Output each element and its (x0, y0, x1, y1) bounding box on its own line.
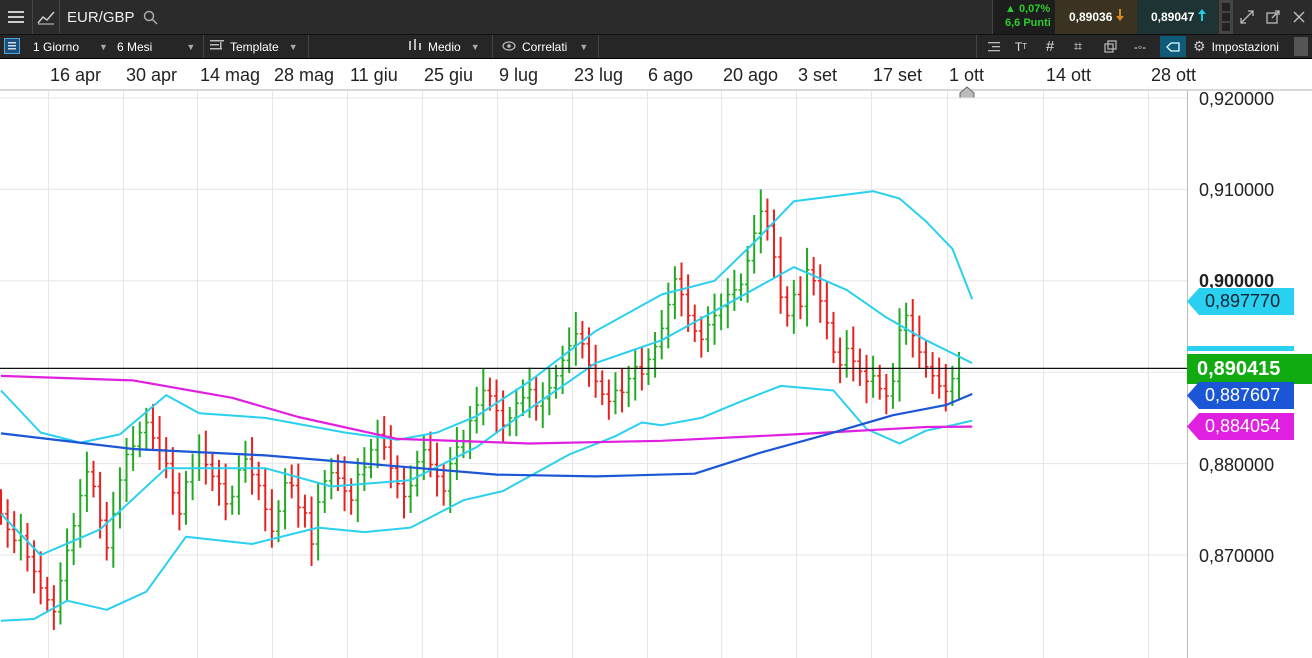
range-select[interactable]: 6 Mesi ▼ (117, 35, 195, 58)
list-icon[interactable] (4, 38, 20, 54)
list-lines-icon[interactable] (982, 35, 1006, 58)
date-label: 14 ott (1046, 65, 1092, 85)
correlati-label: Correlati (522, 39, 568, 54)
date-label: 11 giu (350, 65, 398, 85)
range-label: 6 Mesi (117, 39, 153, 54)
date-label: 6 ago (648, 65, 694, 85)
chevron-down-icon: ▼ (579, 41, 589, 52)
date-label: 9 lug (499, 65, 539, 85)
date-label: 14 mag (200, 65, 261, 85)
ma-blue-value: 0,887607 (1205, 385, 1281, 405)
interval-label: 1 Giorno (33, 39, 80, 54)
price-tick: 0,910000 (1199, 180, 1275, 200)
popout-icon[interactable] (1261, 0, 1285, 34)
date-label: 1 ott (949, 65, 985, 85)
chevron-down-icon: ▼ (186, 41, 196, 52)
buy-button[interactable]: 0,89047 (1138, 0, 1218, 34)
date-label: 17 set (873, 65, 923, 85)
current-price-value: 0,890415 (1197, 357, 1281, 380)
change-percent: ▲ 0,07% (1005, 3, 1051, 15)
date-label: 25 giu (424, 65, 474, 85)
search-icon[interactable] (140, 0, 160, 34)
bollinger-value: 0,897770 (1205, 291, 1281, 311)
scroll-strip[interactable] (1219, 0, 1233, 34)
grid-icon[interactable]: # (1038, 35, 1062, 58)
ma-magenta-value: 0,884054 (1205, 416, 1281, 436)
date-label: 3 set (798, 65, 838, 85)
change-points: 6,6 Punti (1005, 17, 1051, 29)
chevron-down-icon: ▼ (470, 41, 480, 52)
gear-icon: ⚙ (1193, 38, 1206, 54)
medio-select[interactable]: Medio ▼ (408, 35, 480, 58)
bollinger-value-badge: 0,897770 (1187, 288, 1294, 315)
price-chart[interactable] (0, 91, 1312, 658)
template-select[interactable]: Template ▼ (210, 35, 298, 58)
settings-button[interactable]: ⚙ Impostazioni (1193, 35, 1279, 58)
bars-icon (408, 39, 422, 54)
close-icon[interactable] (1287, 0, 1311, 34)
change-box: ▲ 0,07% 6,6 Punti (992, 0, 1055, 34)
template-icon (210, 39, 224, 54)
sell-button[interactable]: 0,89036 (1055, 0, 1137, 34)
layers-icon[interactable] (1098, 35, 1122, 58)
text-icon[interactable]: TT (1008, 35, 1034, 58)
top-bar: EUR/GBP ▲ 0,07% 6,6 Punti 0,89036 0,8904… (0, 0, 1312, 35)
chart-line-icon[interactable] (33, 0, 59, 34)
arrow-down-icon (1115, 8, 1125, 27)
scroll-handle[interactable] (1294, 37, 1308, 56)
ma-magenta-value-badge: 0,884054 (1187, 413, 1294, 440)
crosshair-icon[interactable]: ⌗ (1066, 35, 1090, 58)
ma-blue-value-badge: 0,887607 (1187, 382, 1294, 409)
interval-select[interactable]: 1 Giorno ▼ (33, 35, 108, 58)
correlati-select[interactable]: Correlati ▼ (502, 35, 588, 58)
price-tick: 0,880000 (1199, 455, 1275, 475)
symbol-label[interactable]: EUR/GBP (67, 0, 135, 34)
eye-icon (502, 40, 516, 54)
chevron-down-icon: ▼ (99, 41, 108, 52)
settings-label: Impostazioni (1211, 39, 1279, 54)
current-badge-strip (1187, 346, 1294, 351)
date-label: 28 ott (1151, 65, 1197, 85)
date-label: 23 lug (574, 65, 624, 85)
date-label: 30 apr (126, 65, 178, 85)
price-tick: 0,920000 (1199, 89, 1275, 109)
date-label: 16 apr (50, 65, 102, 85)
arrow-up-icon (1197, 8, 1207, 27)
chevron-down-icon: ▼ (288, 41, 298, 52)
date-label: 28 mag (274, 65, 335, 85)
expand-icon[interactable] (1235, 0, 1259, 34)
template-label: Template (230, 39, 279, 54)
date-label: 20 ago (723, 65, 779, 85)
chart-toolbar: 1 Giorno▼ 6 Mesi▼ Template▼ 6 7 8 9 Medi… (0, 35, 1312, 88)
price-tick: 0,870000 (1199, 546, 1275, 566)
medio-label: Medio (428, 39, 461, 54)
sell-price: 0,89036 (1069, 10, 1113, 24)
marker-icon[interactable]: -◦- (1128, 35, 1152, 58)
menu-icon[interactable] (0, 0, 32, 34)
buy-price: 0,89047 (1151, 10, 1195, 24)
current-price-badge: 0,890415 (1187, 354, 1312, 384)
shape-icon[interactable] (1160, 36, 1186, 57)
